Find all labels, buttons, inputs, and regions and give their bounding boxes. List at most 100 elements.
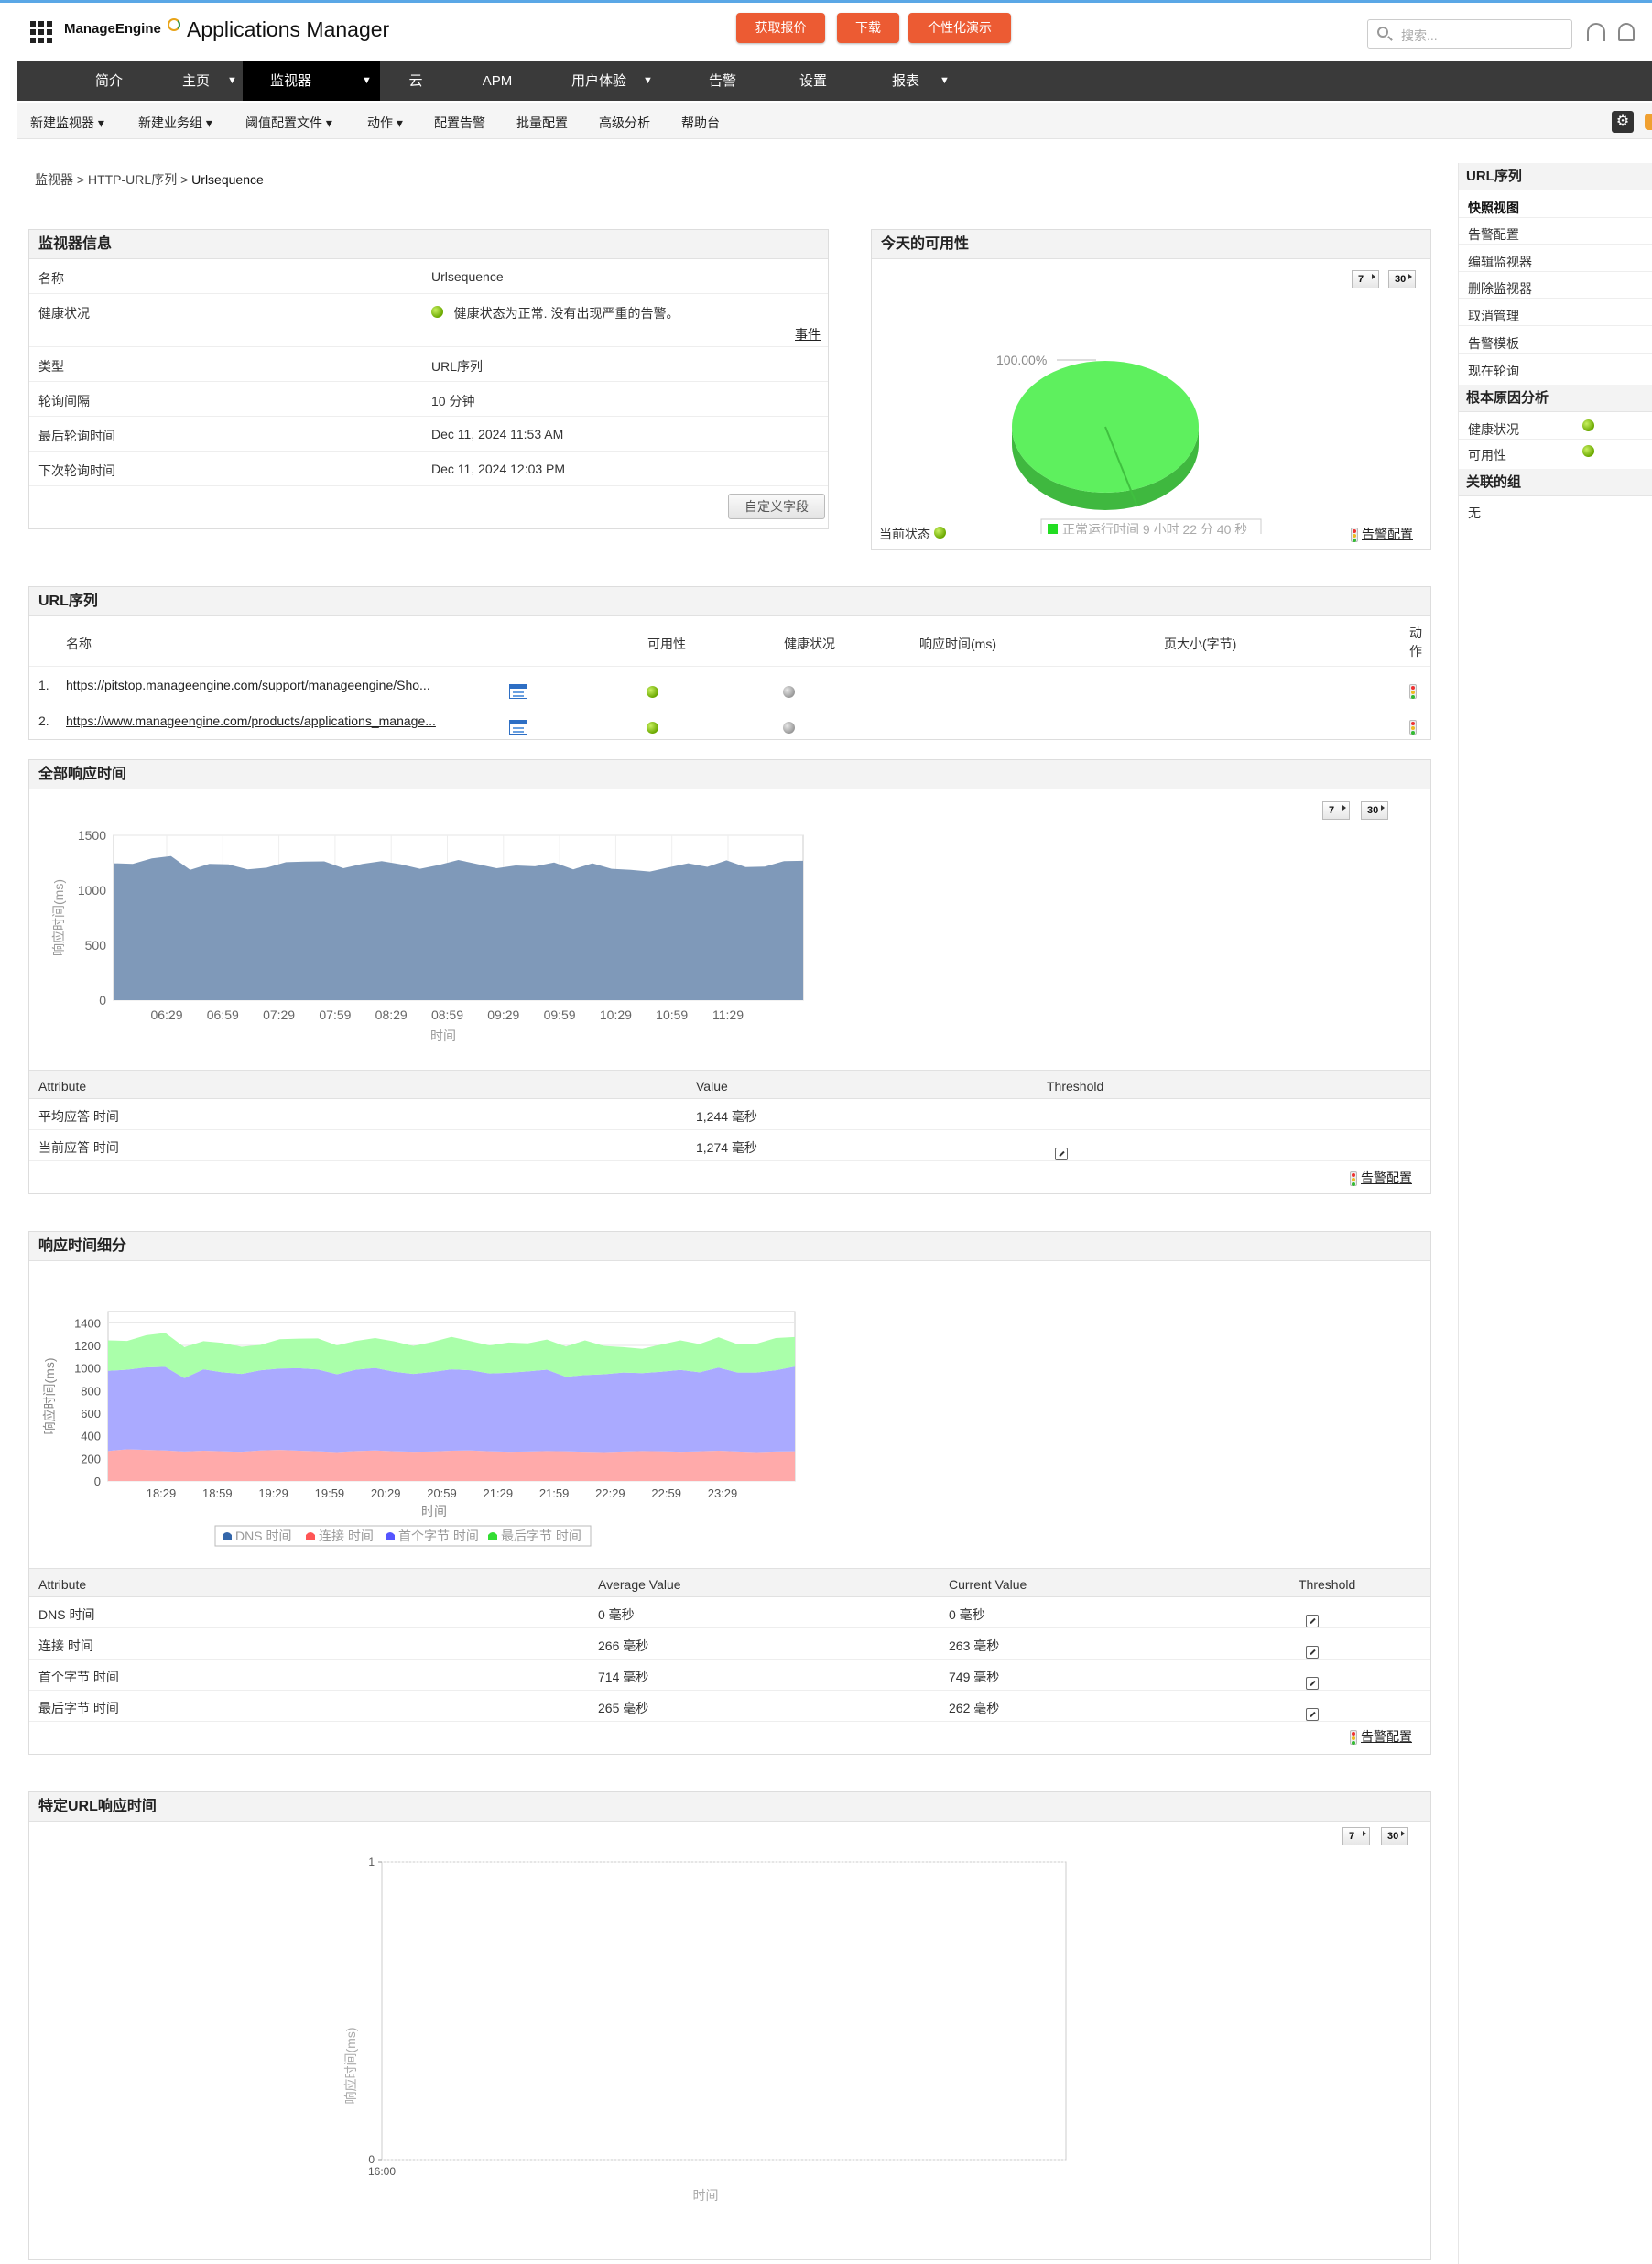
x-tick-label: 10:59: [656, 1007, 688, 1022]
y-tick-label: 0: [99, 993, 106, 1007]
sidebar-item-poll-now[interactable]: 现在轮询: [1468, 362, 1519, 380]
nav-cloud[interactable]: 云: [375, 61, 457, 101]
chevron-down-icon[interactable]: ▼: [227, 61, 237, 101]
breadcrumb: 监视器 > HTTP-URL序列 > Urlsequence: [35, 170, 264, 189]
x-axis-label: 时间: [421, 1504, 447, 1518]
col-availability: 可用性: [647, 637, 686, 651]
subnav-bulk-config[interactable]: 批量配置: [516, 114, 568, 132]
headset-icon[interactable]: [1587, 23, 1605, 41]
sidebar-item-alert-template[interactable]: 告警模板: [1468, 334, 1519, 353]
specific-url-chart: 0 1 16:00 时间 响应时间(ms): [343, 1856, 1067, 2203]
subnav-helpdesk[interactable]: 帮助台: [681, 114, 720, 132]
y-tick-label: 1500: [78, 828, 106, 843]
brand-logo[interactable]: ManageEngine: [64, 21, 161, 37]
sidebar-item-delete-monitor[interactable]: 删除监视器: [1468, 279, 1532, 298]
divider: [1459, 217, 1652, 218]
attr-name: 最后字节 时间: [38, 1701, 119, 1715]
sidebar-item-unmanage[interactable]: 取消管理: [1468, 307, 1519, 325]
x-tick-label: 08:59: [431, 1007, 463, 1022]
search-placeholder: 搜索...: [1401, 28, 1438, 43]
url-link[interactable]: https://www.manageengine.com/products/ap…: [66, 713, 436, 728]
x-tick-label: 08:29: [375, 1007, 408, 1022]
legend-label: 连接 时间: [319, 1529, 374, 1543]
custom-fields-button[interactable]: 自定义字段: [728, 494, 825, 519]
range-7-days-button[interactable]: 7: [1322, 801, 1350, 820]
breadcrumb-separator: >: [177, 172, 192, 187]
info-value: Dec 11, 2024 12:03 PM: [431, 462, 566, 476]
subnav-configure-alerts[interactable]: 配置告警: [434, 114, 485, 132]
subnav-threshold-profile[interactable]: 阈值配置文件 ▾: [245, 114, 332, 132]
download-button[interactable]: 下载: [837, 13, 899, 43]
partial-icon: [1645, 114, 1652, 130]
subnav-new-business-group[interactable]: 新建业务组 ▾: [138, 114, 212, 132]
chevron-down-icon[interactable]: ▼: [643, 61, 653, 101]
alert-config-link[interactable]: 告警配置: [1350, 1727, 1412, 1746]
nav-apm[interactable]: APM: [456, 61, 538, 101]
sidebar-item-no-groups: 无: [1468, 506, 1481, 520]
range-7-days-button[interactable]: 7: [1342, 1827, 1370, 1845]
events-link[interactable]: 事件: [795, 325, 821, 343]
subnav-new-monitor[interactable]: 新建监视器 ▾: [30, 114, 104, 132]
subnav-actions[interactable]: 动作 ▾: [367, 114, 403, 132]
nav-user-experience[interactable]: 用户体验: [539, 61, 658, 101]
legend-label: 首个字节 时间: [398, 1529, 479, 1543]
y-tick-label: 800: [81, 1384, 101, 1398]
y-tick-label: 0: [94, 1475, 101, 1488]
sidebar-item-alert-config[interactable]: 告警配置: [1468, 225, 1519, 244]
health-ok-icon: [1582, 419, 1594, 431]
series-area: [108, 1366, 795, 1453]
range-30-days-button[interactable]: 30: [1361, 801, 1388, 820]
nav-intro[interactable]: 简介: [68, 61, 150, 101]
x-tick-label: 21:59: [539, 1486, 570, 1500]
info-key: 最后轮询时间: [38, 429, 115, 443]
url-table-header: 名称 可用性 健康状况 响应时间(ms) 页大小(字节) 动 作: [29, 624, 1430, 666]
x-tick-label: 19:59: [315, 1486, 345, 1500]
sidebar-section-title: 关联的组: [1459, 469, 1652, 496]
sidebar-item-edit-monitor[interactable]: 编辑监视器: [1468, 253, 1532, 271]
info-key: 名称: [38, 271, 64, 286]
x-tick-label: 09:29: [487, 1007, 519, 1022]
col-value: Value: [696, 1079, 728, 1094]
attr-current: 749 毫秒: [949, 1670, 1000, 1684]
y-axis-label: 响应时间(ms): [343, 2028, 358, 2105]
get-quote-button[interactable]: 获取报价: [736, 13, 825, 43]
subnav-advanced-analytics[interactable]: 高级分析: [599, 114, 650, 132]
breadcrumb-http-url[interactable]: HTTP-URL序列: [88, 172, 177, 187]
alert-config-link-label: 告警配置: [1361, 1170, 1412, 1185]
divider: [1459, 439, 1652, 440]
nav-home[interactable]: 主页: [155, 61, 237, 101]
specific-url-panel: 特定URL响应时间 7 30 0 1 16:00 时间 响应时间(ms): [28, 1791, 1431, 2260]
alert-config-link[interactable]: 告警配置: [1350, 1169, 1412, 1187]
chevron-down-icon[interactable]: ▼: [940, 61, 950, 101]
sidebar-item-snapshot[interactable]: 快照视图: [1468, 199, 1519, 217]
x-tick-label: 09:59: [544, 1007, 576, 1022]
sidebar-item-rca-availability[interactable]: 可用性: [1468, 446, 1506, 464]
info-value: URL序列: [431, 359, 484, 374]
legend-label: 最后字节 时间: [501, 1529, 581, 1543]
col-attribute: Attribute: [38, 1577, 87, 1592]
monitor-info-panel: 监视器信息 名称 Urlsequence 健康状况 健康状态为正常. 没有出现严…: [28, 229, 829, 529]
pie-pct-label: 100.00%: [996, 353, 1047, 367]
breadcrumb-monitors[interactable]: 监视器: [35, 172, 73, 187]
url-sequence-panel: URL序列 名称 可用性 健康状况 响应时间(ms) 页大小(字节) 动 作 1…: [28, 586, 1431, 740]
x-tick-label: 16:00: [368, 2165, 396, 2178]
y-tick-label: 600: [81, 1407, 101, 1420]
plot-area: [381, 1861, 1067, 2161]
bell-icon[interactable]: [1618, 23, 1635, 41]
y-axis-label: 响应时间(ms): [42, 1358, 57, 1435]
search-input[interactable]: 搜索...: [1367, 19, 1572, 49]
x-tick-label: 21:29: [484, 1486, 514, 1500]
range-30-days-button[interactable]: 30: [1381, 1827, 1408, 1845]
x-axis-label: 时间: [430, 1029, 456, 1043]
url-link[interactable]: https://pitstop.manageengine.com/support…: [66, 678, 430, 692]
legend-label: DNS 时间: [235, 1529, 291, 1543]
app-grid-icon[interactable]: [30, 21, 52, 43]
sidebar-item-rca-health[interactable]: 健康状况: [1468, 420, 1519, 439]
nav-monitors[interactable]: 监视器 ▼: [243, 61, 380, 101]
alert-config-link[interactable]: 告警配置: [1351, 525, 1413, 543]
gear-icon[interactable]: ⚙: [1612, 111, 1634, 133]
personalized-demo-button[interactable]: 个性化演示: [908, 13, 1011, 43]
pie-legend-swatch: [1048, 524, 1058, 534]
alert-config-link-label: 告警配置: [1361, 1729, 1412, 1744]
health-ok-icon: [431, 306, 443, 318]
